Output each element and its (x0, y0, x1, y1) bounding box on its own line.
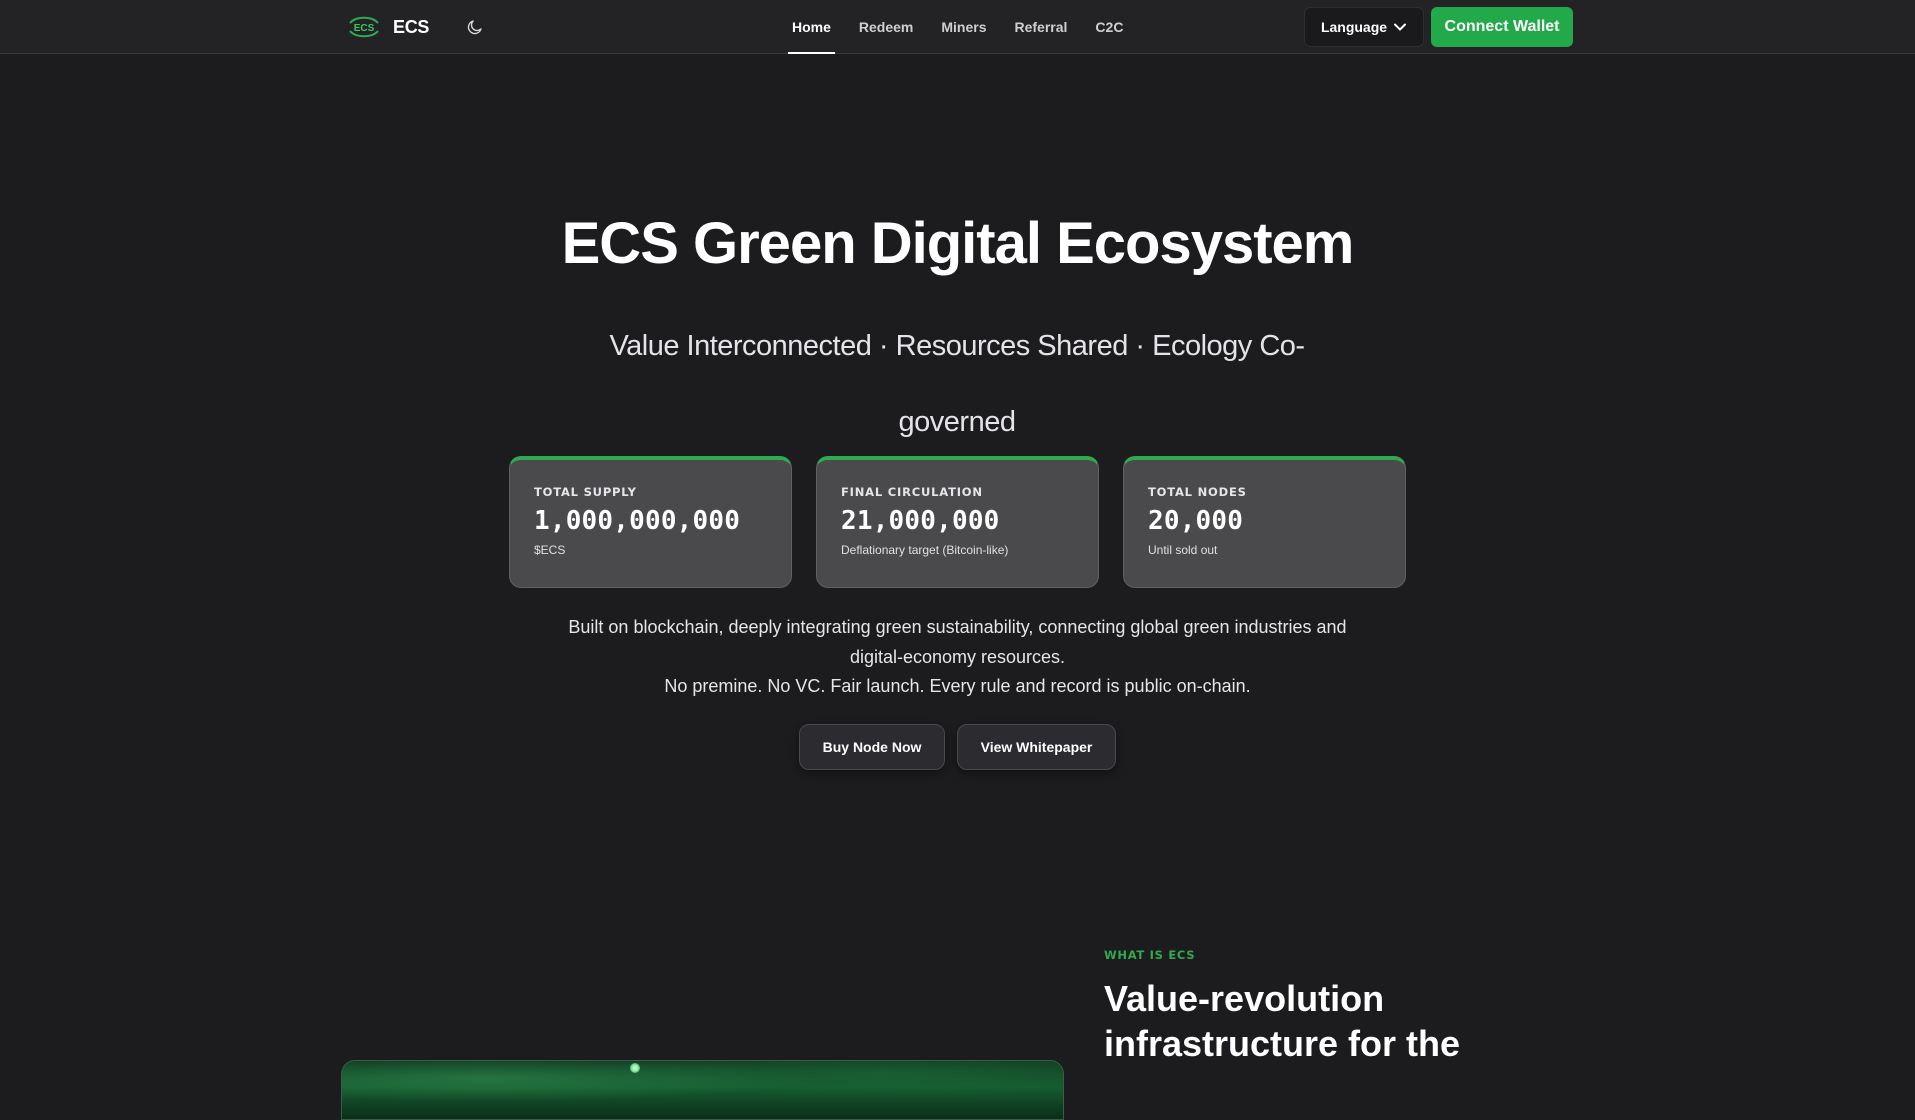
stat-note: Until sold out (1148, 543, 1218, 557)
stat-value: 21,000,000 (841, 506, 1000, 536)
logo[interactable]: ECS ECS (347, 14, 429, 40)
language-label: Language (1320, 19, 1388, 35)
theme-toggle-button[interactable] (464, 16, 486, 38)
moon-icon (467, 20, 482, 35)
nav-item-c2c[interactable]: C2C (1091, 0, 1127, 54)
stat-label: FINAL CIRCULATION (841, 485, 983, 499)
stat-label: TOTAL SUPPLY (534, 485, 637, 499)
view-whitepaper-button[interactable]: View Whitepaper (957, 724, 1116, 770)
feature-image (341, 1060, 1064, 1120)
image-highlight (630, 1063, 640, 1073)
description-line-2: No premine. No VC. Fair launch. Every ru… (664, 676, 1251, 696)
stat-card-total-supply: TOTAL SUPPLY 1,000,000,000 $ECS (509, 456, 792, 588)
stat-card-total-nodes: TOTAL NODES 20,000 Until sold out (1123, 456, 1406, 588)
nav-item-redeem[interactable]: Redeem (855, 0, 917, 54)
hero-description: Built on blockchain, deeply integrating … (560, 613, 1355, 702)
stat-note: Deflationary target (Bitcoin-like) (841, 543, 1009, 557)
image-haze (342, 1061, 1063, 1119)
buy-node-button[interactable]: Buy Node Now (799, 724, 945, 770)
stat-card-final-circulation: FINAL CIRCULATION 21,000,000 Deflationar… (816, 456, 1099, 588)
stat-note: $ECS (534, 543, 566, 557)
hero-subtitle: Value Interconnected · Resources Shared … (609, 330, 1305, 438)
svg-text:ECS: ECS (354, 23, 375, 34)
section-title: Value-revolution infrastructure for the (1104, 978, 1461, 1064)
stat-value: 1,000,000,000 (534, 506, 741, 536)
nav-item-referral[interactable]: Referral (1011, 0, 1072, 54)
section-eyebrow: WHAT IS ECS (1104, 948, 1196, 962)
hero-title: ECS Green Digital Ecosystem (561, 211, 1355, 276)
logo-text: ECS (393, 16, 430, 37)
ecs-logo-icon: ECS (349, 16, 379, 38)
stats-cards: TOTAL SUPPLY 1,000,000,000 $ECS FINAL CI… (509, 456, 1406, 588)
nav-item-home[interactable]: Home (788, 0, 835, 54)
nav-item-miners[interactable]: Miners (937, 0, 990, 54)
connect-wallet-button[interactable]: Connect Wallet (1431, 7, 1573, 47)
chevron-down-icon (1394, 23, 1407, 31)
stat-value: 20,000 (1148, 506, 1244, 536)
top-navbar: ECS ECS Home Redeem Miners Referral C2C … (0, 0, 1915, 54)
stat-label: TOTAL NODES (1148, 485, 1247, 499)
main-nav: Home Redeem Miners Referral C2C (788, 0, 1147, 54)
hero-actions: Buy Node Now View Whitepaper (799, 724, 1116, 770)
description-line-1: Built on blockchain, deeply integrating … (568, 617, 1347, 667)
language-dropdown[interactable]: Language (1304, 7, 1424, 47)
